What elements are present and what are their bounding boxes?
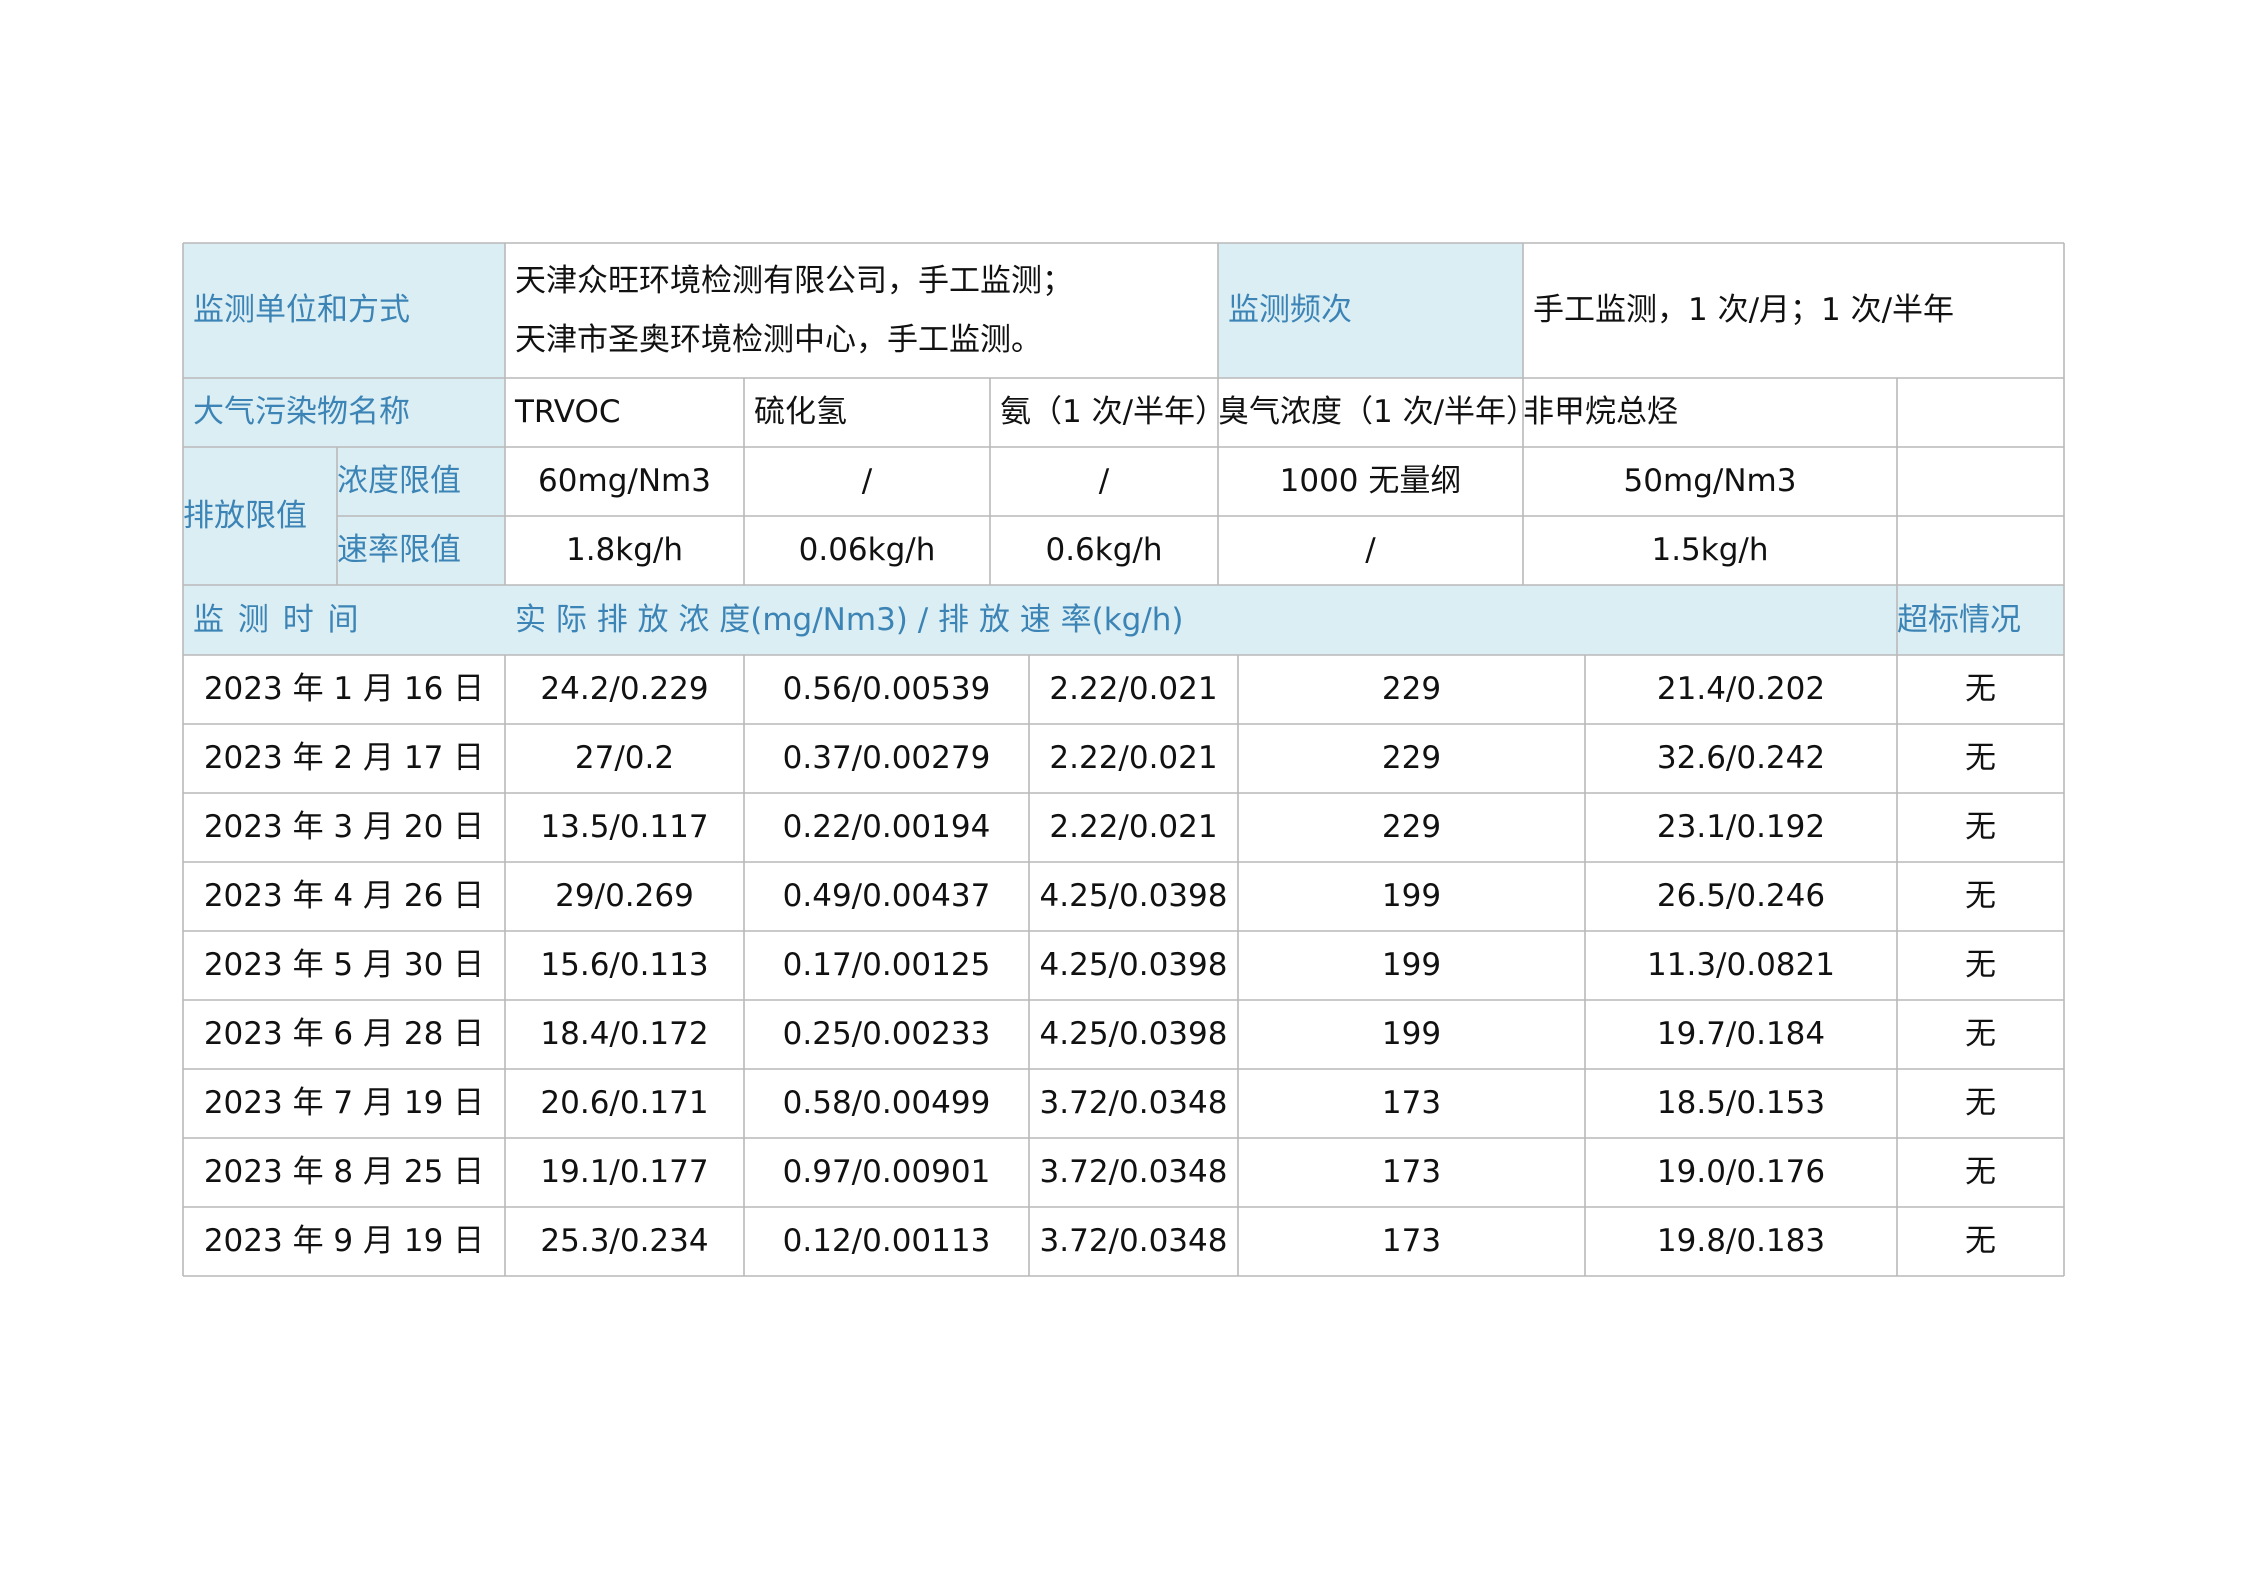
table-grid [182, 242, 2065, 1277]
monitoring-document: 监测单位和方式 天津众旺环境检测有限公司，手工监测； 天津市圣奥环境检测中心，手… [0, 0, 2245, 1587]
